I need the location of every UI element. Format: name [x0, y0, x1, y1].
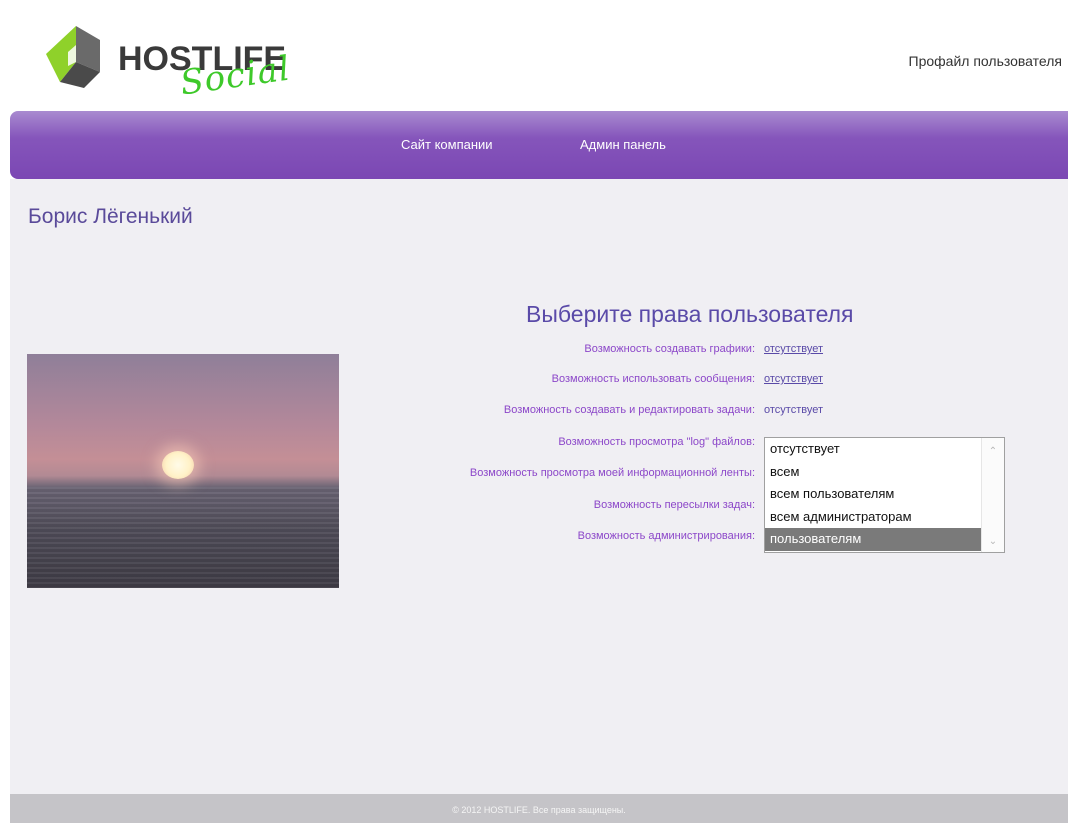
right-label-messages: Возможность использовать сообщения:	[551, 373, 755, 385]
house-logo-icon	[46, 26, 100, 88]
listbox-option[interactable]: всем пользователям	[765, 483, 981, 506]
listbox-option[interactable]: отсутствует	[765, 438, 981, 461]
rights-listbox[interactable]: отсутствует всем всем пользователям всем…	[764, 437, 1005, 553]
listbox-scrollbar[interactable]: ⌃ ⌄	[981, 438, 1004, 552]
right-value-charts[interactable]: отсутствует	[764, 343, 823, 355]
listbox-option[interactable]: всем	[765, 461, 981, 484]
user-name-heading: Борис Лёгенький	[28, 205, 193, 228]
nav-admin-panel[interactable]: Админ панель	[580, 137, 666, 152]
hostlife-logo[interactable]: HOSTLIFE Social	[38, 12, 318, 104]
right-value-messages[interactable]: отсутствует	[764, 373, 823, 385]
listbox-option-selected[interactable]: пользователям	[765, 528, 981, 551]
footer-copyright: © 2012 HOSTLIFE. Все права защищены.	[452, 805, 626, 815]
nav-company-site[interactable]: Сайт компании	[401, 137, 493, 152]
footer: © 2012 HOSTLIFE. Все права защищены.	[10, 794, 1068, 823]
right-label-forward-tasks: Возможность пересылки задач:	[593, 499, 755, 511]
right-value-tasks[interactable]: отсутствует	[764, 404, 823, 416]
main-content: Борис Лёгенький Выберите права пользоват…	[10, 179, 1068, 794]
rights-title: Выберите права пользователя	[526, 301, 854, 327]
right-label-logs: Возможность просмотра "log" файлов:	[558, 436, 755, 448]
listbox-option[interactable]: всем администраторам	[765, 506, 981, 529]
chevron-down-icon[interactable]: ⌄	[987, 536, 999, 548]
right-label-tasks: Возможность создавать и редактировать за…	[503, 404, 755, 416]
right-label-charts: Возможность создавать графики:	[584, 343, 755, 355]
profile-link[interactable]: Профайл пользователя	[909, 53, 1062, 69]
main-navbar: Сайт компании Админ панель	[10, 111, 1068, 179]
right-label-admin: Возможность администрирования:	[577, 530, 755, 542]
chevron-up-icon[interactable]: ⌃	[987, 446, 999, 458]
right-label-feed: Возможность просмотра моей информационно…	[469, 467, 755, 479]
